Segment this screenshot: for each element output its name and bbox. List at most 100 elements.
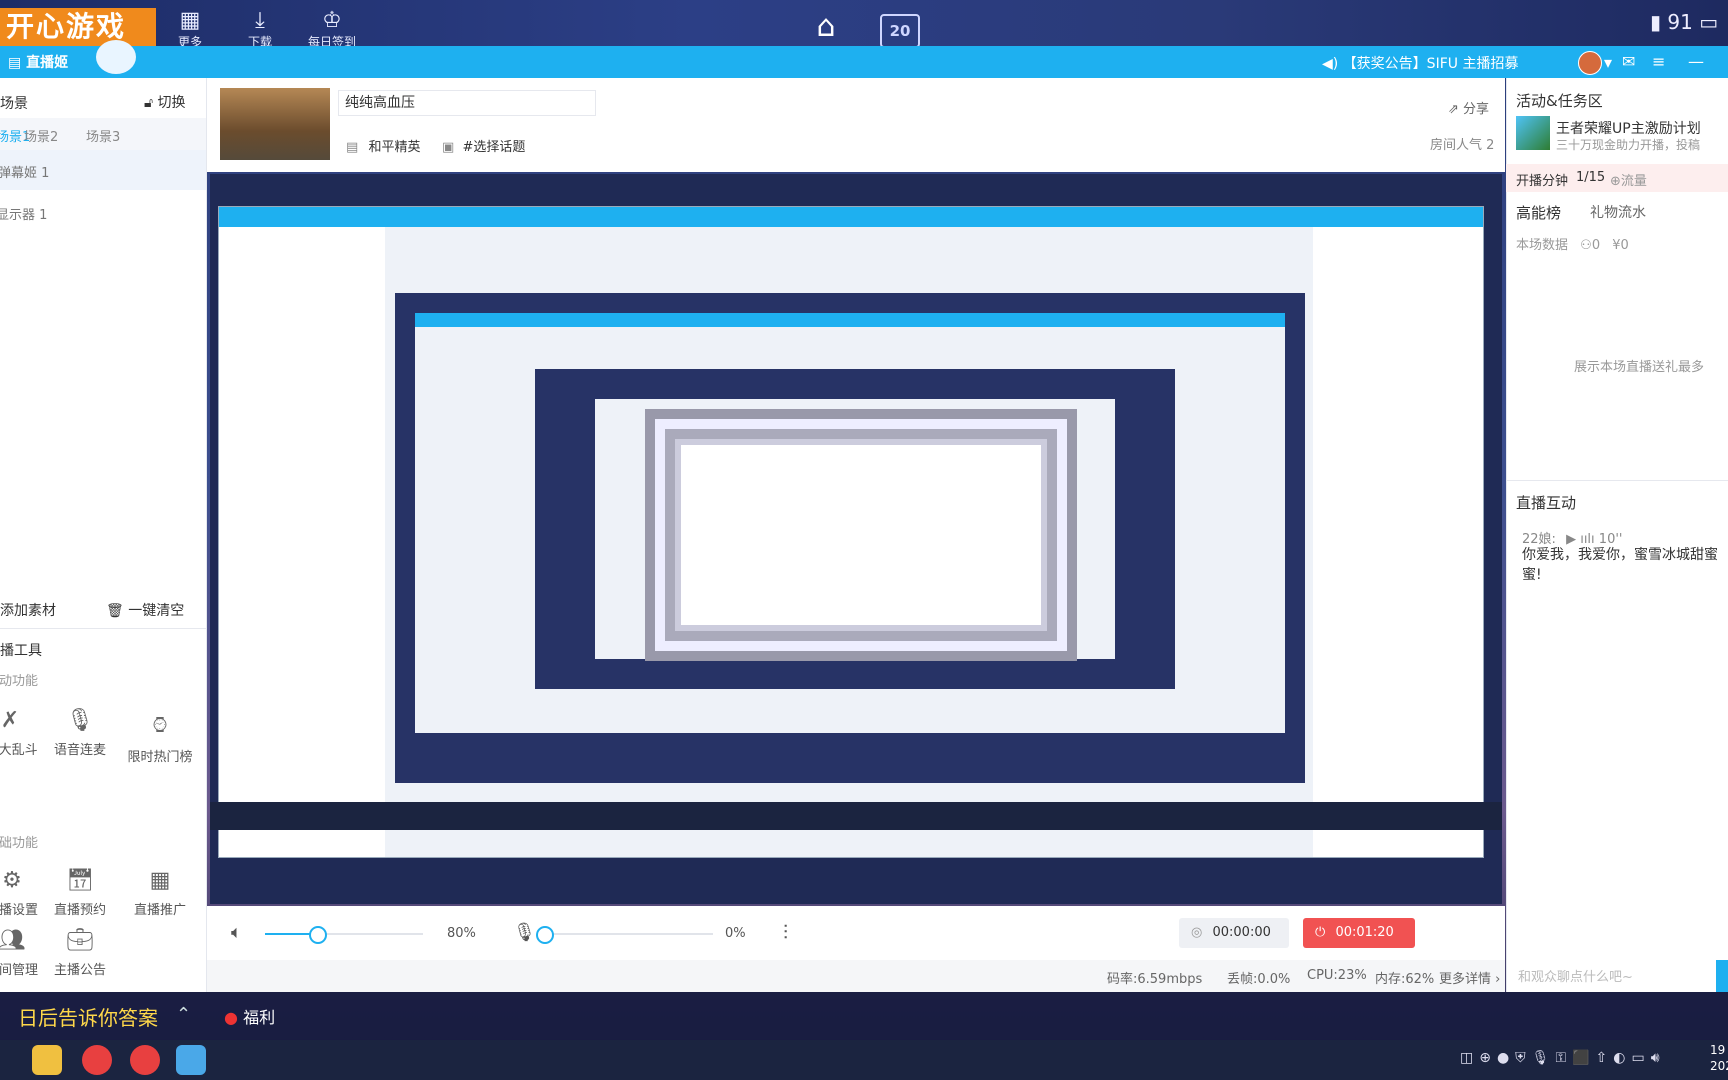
mascot-icon (96, 40, 136, 74)
app-icon-mascot[interactable] (32, 1045, 62, 1075)
calendar-icon[interactable]: 20 (880, 14, 920, 48)
welfare-label[interactable]: ● 福利 (224, 1004, 275, 1028)
menu-icon[interactable]: ≡ (1652, 52, 1665, 71)
tab-scene-2[interactable]: 场景2 (24, 126, 58, 145)
app-icon-red-1[interactable] (82, 1045, 112, 1075)
briefcase-icon: 💼︎ (66, 928, 94, 953)
game-category-button[interactable]: ▤ 和平精英 (346, 136, 420, 155)
mic-slider[interactable] (536, 926, 713, 944)
nested-header (219, 207, 1483, 227)
volume-slider[interactable] (265, 926, 423, 944)
nested-preview (395, 293, 1305, 783)
broadcast-minutes-row: 开播分钟 1/15 ⊕流量 (1506, 164, 1728, 192)
download-icon: ⤓ (255, 8, 265, 33)
add-material-button[interactable]: 添加素材 (0, 600, 56, 620)
rocket-icon: ⌚︎ (148, 714, 171, 739)
tool-hot-rank[interactable]: ⌚︎ 限时热门榜 (120, 708, 200, 765)
memory-stat: 内存:62% (1375, 972, 1435, 987)
record-button[interactable]: ◎ 00:00:00 (1179, 918, 1289, 948)
interactive-title: 互动功能 (0, 674, 39, 689)
home-icon[interactable]: ⌂ (806, 9, 846, 44)
volume-knob[interactable] (308, 926, 327, 944)
interact-title: 直播互动 (1516, 494, 1577, 512)
send-button[interactable] (1716, 960, 1728, 992)
gift-empty-text: 展示本场直播送礼最多 (1574, 360, 1705, 375)
power-rank-tab[interactable]: 高能榜 (1516, 202, 1561, 223)
mixer-icon[interactable]: ⫶ (783, 920, 788, 944)
tab-scene-3[interactable]: 场景3 (86, 126, 120, 145)
infinite-mirror (675, 439, 1047, 631)
hash-icon: ▣ (442, 140, 455, 155)
gift-icon: ● (224, 1008, 238, 1027)
nested-left-panel (219, 227, 385, 857)
tool-live-schedule[interactable]: 📅︎ 直播预约 (40, 868, 120, 918)
room-popularity: 房间人气 2 (1430, 138, 1495, 153)
tool-live-promo[interactable]: ▦ 直播推广 (120, 868, 200, 918)
trash-icon: 🗑︎ (106, 603, 124, 619)
app-icon-red-2[interactable] (130, 1045, 160, 1075)
mic-value: 0% (725, 926, 746, 941)
chat-message: 你爱我，我爱你，蜜雪冰城甜蜜蜜! (1522, 547, 1718, 583)
clock[interactable]: 19 202 (1710, 1042, 1728, 1074)
stream-preview[interactable]: 日后告诉你答案 (210, 174, 1502, 904)
share-icon: ⇗ (1448, 102, 1459, 117)
mail-icon[interactable]: ✉ (1622, 52, 1635, 71)
speaker-icon[interactable]: 🔈︎ (231, 922, 242, 943)
live-tools-title: 直播工具 (0, 643, 42, 659)
traffic-label: ⊕流量 (1610, 174, 1647, 189)
activity-name[interactable]: 王者荣耀UP主激励计划 (1556, 118, 1701, 138)
microphone-icon[interactable]: 🎙︎ (513, 922, 536, 943)
topic-button[interactable]: ▣ #选择话题 (442, 136, 525, 155)
preview-ticker: 日后告诉你答案 (270, 771, 368, 787)
chat-input[interactable]: 和观众聊点什么吧~ (1518, 966, 1633, 985)
divider (1506, 480, 1728, 481)
drop-stat: 丢帧:0.0% (1227, 972, 1291, 987)
mic-knob[interactable] (536, 926, 554, 944)
tool-announcement[interactable]: 💼︎ 主播公告 (40, 928, 120, 978)
scene-title: 场景 (0, 96, 28, 112)
nested-window-2 (415, 313, 1285, 733)
user-avatar[interactable] (1578, 51, 1602, 75)
nested-preview-2 (535, 369, 1175, 689)
gpu-icon: ▮ (1650, 10, 1662, 34)
announcement-link[interactable]: ◀) 【获奖公告】SIFU 主播招募 (1322, 53, 1518, 73)
chevron-down-icon[interactable]: ▾ (1604, 53, 1612, 72)
system-tray[interactable]: ◫⊕●⛨🎙︎⚿⬛⇧◐▭🔊︎ (1460, 1050, 1666, 1066)
volume-value: 80% (447, 926, 476, 941)
power-icon: ⏻ (1315, 925, 1326, 940)
ticker-text: 日后告诉你答案 (18, 1006, 158, 1030)
share-button[interactable]: ⇗ 分享 (1448, 98, 1489, 117)
source-row-danmaku[interactable]: 弹幕姬 1 (0, 150, 206, 190)
activity-thumbnail[interactable] (1516, 116, 1550, 150)
cover-thumbnail[interactable] (220, 88, 330, 160)
source-row-display[interactable]: 显示器 1 (0, 204, 47, 223)
tool-voice-link[interactable]: 🎙︎ 语音连麦 (40, 708, 120, 758)
speaker-icon: ◀) (1322, 56, 1339, 72)
calendar-icon: 📅︎ (66, 868, 94, 893)
app-title: ▤ 直播姬 (8, 55, 69, 71)
game-nav-download[interactable]: ⤓ 下载 (248, 8, 272, 50)
game-bottom-bar: 日后告诉你答案 ⌃ ● 福利 (0, 992, 1728, 1040)
more-details-link[interactable]: 更多详情 › (1439, 968, 1500, 987)
gift-flow-tab[interactable]: 礼物流水 (1590, 202, 1646, 222)
stream-title-input[interactable]: 纯纯高血压 (338, 90, 596, 116)
nested-right-panel (1313, 227, 1483, 857)
clear-all-button[interactable]: 🗑︎ 一键清空 (106, 600, 184, 620)
game-nav-more[interactable]: ▦ 更多 (178, 8, 202, 50)
record-icon: ◎ (1191, 925, 1203, 940)
window-icon: ▭ (1699, 10, 1719, 34)
chevron-up-icon[interactable]: ⌃ (176, 1004, 191, 1025)
minimize-icon[interactable]: — (1688, 52, 1704, 71)
promo-icon: ▦ (149, 868, 171, 893)
switch-button[interactable]: 🔓︎ 切换 (144, 92, 186, 112)
app-header: ▤ 直播姬 ◀) 【获奖公告】SIFU 主播招募 ▾ ✉ ≡ — (0, 40, 1728, 78)
app-icon-live[interactable] (176, 1045, 206, 1075)
game-nav-checkin[interactable]: ♔ 每日签到 (308, 8, 356, 50)
book-icon: ▤ (346, 140, 359, 155)
scene-tabs: 场景1 场景2 场景3 (0, 118, 206, 150)
stop-live-button[interactable]: ⏻ 00:01:20 (1303, 918, 1415, 948)
data-row: 本场数据 ⚇0 ¥0 (1516, 238, 1629, 253)
basic-title: 基础功能 (0, 836, 39, 851)
preview-taskbar (210, 802, 1502, 830)
divider (0, 628, 206, 629)
